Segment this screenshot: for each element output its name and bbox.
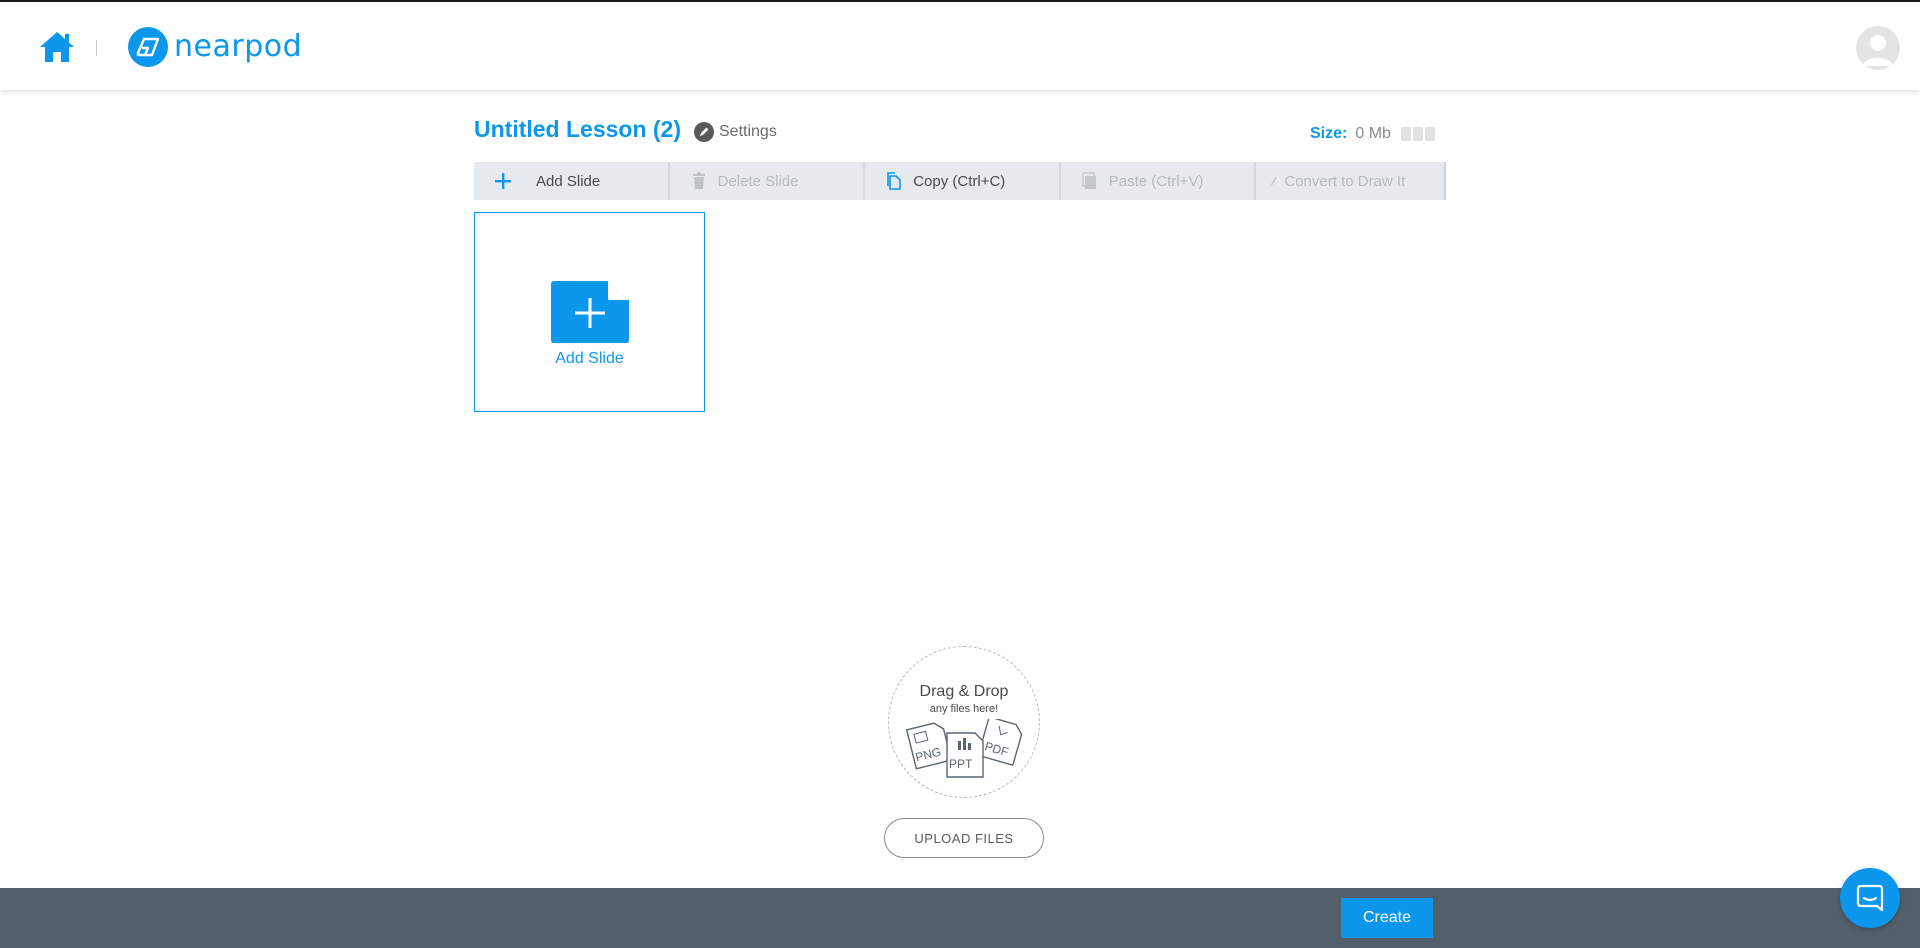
trash-icon [692, 172, 705, 189]
slide-toolbar: Add Slide Delete Slide Copy (Ctrl+C) Pas… [474, 162, 1446, 200]
user-avatar[interactable] [1856, 26, 1900, 70]
lesson-size: Size: 0 Mb [1310, 125, 1435, 143]
size-value: 0 Mb [1355, 125, 1391, 142]
dropzone-subtitle: any files here! [929, 703, 999, 715]
footer-bar [0, 888, 1920, 948]
add-slide-button[interactable]: Add Slide [474, 162, 670, 200]
ppt-label: PPT [949, 757, 973, 771]
delete-slide-label: Delete Slide [717, 172, 799, 190]
dropzone-title: Drag & Drop [919, 683, 1009, 700]
add-file-icon [551, 281, 629, 343]
chat-support-button[interactable] [1840, 868, 1900, 928]
png-file-icon: PNG [905, 722, 953, 770]
create-button[interactable]: Create [1341, 898, 1433, 938]
add-slide-card-label: Add Slide [555, 350, 624, 367]
pencil-icon [1271, 177, 1278, 186]
logo-text: nearpod [174, 29, 303, 64]
convert-to-draw-it-label: Convert to Draw It [1284, 172, 1406, 190]
home-icon[interactable] [38, 30, 76, 64]
size-label: Size: [1310, 125, 1348, 142]
top-header: nearpod [0, 2, 1920, 90]
user-avatar-icon [1863, 35, 1893, 66]
size-meter-segment [1400, 127, 1411, 141]
settings-link[interactable]: Settings [694, 122, 777, 142]
add-slide-label: Add Slide [536, 172, 601, 190]
paste-button[interactable]: Paste (Ctrl+V) [1061, 162, 1257, 200]
size-meter-segment [1424, 127, 1435, 141]
ppt-file-icon: PPT [946, 732, 984, 778]
copy-label: Copy (Ctrl+C) [913, 172, 1006, 190]
copy-icon [887, 172, 901, 190]
lesson-title[interactable]: Untitled Lesson (2) [474, 116, 681, 143]
add-slide-card[interactable]: Add Slide [474, 212, 705, 412]
convert-to-draw-it-button[interactable]: Convert to Draw It [1256, 162, 1444, 200]
file-dropzone[interactable]: Drag & Drop any files here! PNG PDF PPT [888, 646, 1040, 798]
nearpod-logo[interactable]: nearpod [128, 26, 302, 68]
delete-slide-button[interactable]: Delete Slide [670, 162, 866, 200]
header-divider [96, 40, 97, 56]
paste-icon [1082, 172, 1096, 189]
file-types-icon: PNG PDF PPT [905, 719, 1023, 778]
chat-icon [1856, 884, 1884, 912]
copy-button[interactable]: Copy (Ctrl+C) [865, 162, 1061, 200]
size-meter-segment [1412, 127, 1423, 141]
size-meter [1400, 127, 1435, 141]
nearpod-logo-icon [128, 27, 168, 67]
upload-files-button[interactable]: UPLOAD FILES [884, 818, 1044, 858]
pencil-circle-icon [694, 122, 714, 142]
paste-label: Paste (Ctrl+V) [1108, 172, 1204, 190]
pdf-file-icon: PDF [977, 719, 1023, 767]
plus-icon [495, 173, 511, 189]
settings-label: Settings [719, 123, 777, 140]
